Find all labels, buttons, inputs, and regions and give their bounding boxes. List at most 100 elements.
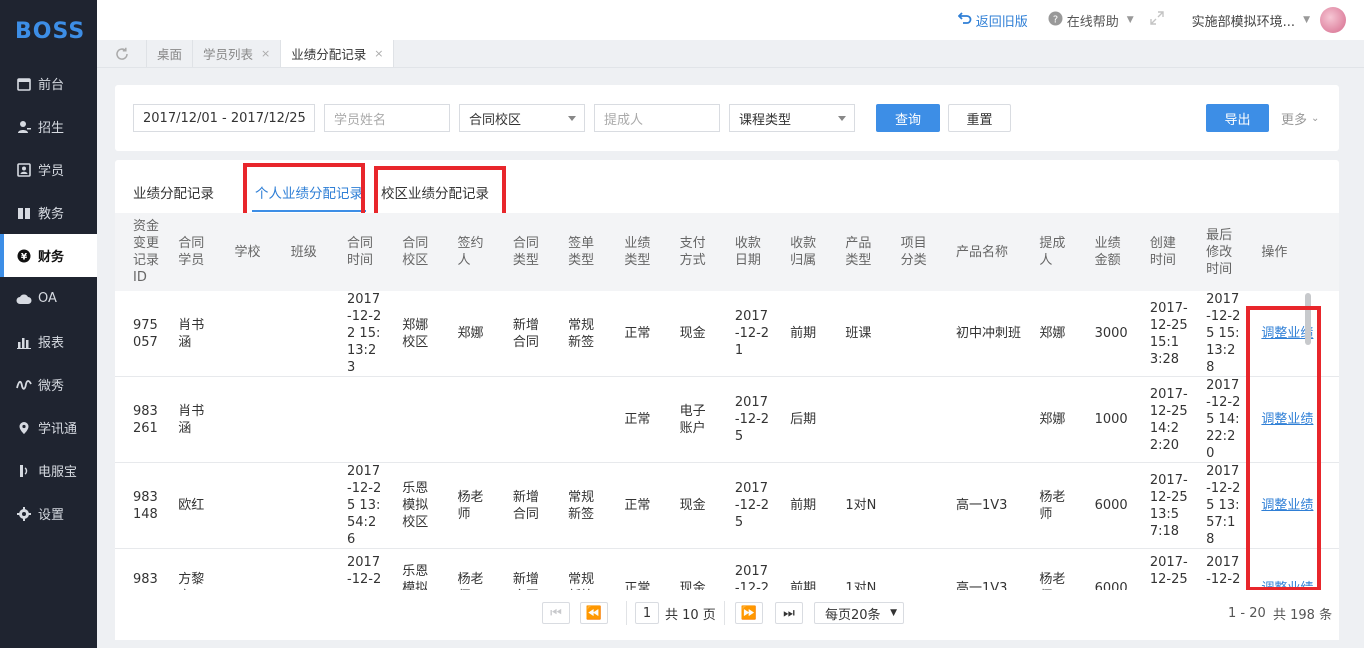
first-page-button[interactable]: ⏮ — [542, 602, 570, 624]
page-number-input[interactable]: 1 — [635, 602, 659, 624]
column-header: 产品类型 — [827, 213, 883, 291]
table-cell — [272, 462, 330, 549]
avatar[interactable] — [1320, 7, 1346, 33]
table-cell: 983148 — [115, 462, 161, 549]
back-to-old-version-link[interactable]: 返回旧版 — [957, 11, 1028, 30]
table-cell — [272, 376, 330, 463]
table-cell: 2017-12-25 — [716, 462, 773, 549]
svg-text:¥: ¥ — [21, 252, 28, 262]
sidebar-item-5[interactable]: OA — [0, 277, 97, 320]
refresh-icon[interactable] — [97, 40, 147, 67]
column-header: 资金变更记录ID — [115, 213, 161, 291]
date-range-input[interactable]: 2017/12/01 - 2017/12/25 — [133, 104, 315, 132]
table-cell: 2017-12-25 15:13:28 — [1188, 291, 1244, 377]
user-add-icon — [16, 119, 32, 135]
sidebar-item-label: 前台 — [38, 78, 65, 93]
sidebar-item-2[interactable]: 学员 — [0, 148, 97, 191]
column-header: 收款日期 — [716, 213, 773, 291]
student-card-icon — [16, 162, 32, 178]
search-button[interactable]: 查询 — [876, 104, 940, 132]
table-cell: 1000 — [1076, 376, 1132, 463]
table-cell: 班课 — [827, 291, 883, 377]
table-cell: 现金 — [661, 291, 717, 377]
table-cell: 肖书涵 — [160, 376, 217, 463]
table-cell: 2017-12-25 — [716, 376, 773, 463]
chevron-down-icon: ▼ — [1303, 15, 1310, 25]
sidebar-item-6[interactable]: 报表 — [0, 320, 97, 363]
chevron-down-icon — [838, 116, 846, 121]
table-cell: 2017-12-22 15:13:23 — [329, 291, 385, 377]
table-cell: 983261 — [115, 376, 161, 463]
record-range: 1 - 20 — [1228, 605, 1266, 621]
campus-select[interactable]: 合同校区 — [459, 104, 585, 132]
sidebar-item-label: OA — [38, 291, 57, 306]
sidebar-item-4[interactable]: ¥ 财务 — [0, 234, 97, 277]
course-type-select-value: 课程类型 — [739, 112, 792, 128]
sidebar-item-1[interactable]: 招生 — [0, 105, 97, 148]
table-cell: 杨老师 — [1021, 462, 1077, 549]
sidebar-item-label: 招生 — [38, 121, 65, 136]
caret-down-icon: ▼ — [890, 608, 897, 618]
sidebar-item-9[interactable]: 电服宝 — [0, 449, 97, 492]
more-filters-label: 更多 — [1281, 112, 1308, 128]
more-filters-toggle[interactable]: 更多 ⌄ — [1281, 104, 1319, 132]
records-panel: 业绩分配记录 个人业绩分配记录 校区业绩分配记录 资金变更记录ID 合同学员 学校班… — [115, 160, 1339, 640]
table-cell: 2017-12-21 — [716, 291, 773, 377]
page-tab[interactable]: 桌面 — [147, 40, 194, 67]
sidebar-item-8[interactable]: 学讯通 — [0, 406, 97, 449]
sidebar-item-3[interactable]: 教务 — [0, 191, 97, 234]
sidebar: BOSS 前台招生学员教务 ¥ 财务 OA 报表 微秀 学讯通 电服宝 设置 — [0, 0, 97, 648]
table-cell: 欧红 — [160, 462, 217, 549]
table-cell — [550, 376, 607, 463]
column-header: 收款归属 — [772, 213, 828, 291]
column-header: 签约人 — [439, 213, 495, 291]
table-cell — [882, 462, 938, 549]
location-pin-icon — [16, 420, 32, 436]
page-tab[interactable]: 业绩分配记录 × — [281, 40, 395, 67]
sidebar-item-0[interactable]: 前台 — [0, 62, 97, 105]
records-table: 资金变更记录ID 合同学员 学校 班级 合同时间 合同校区 签约人 合同类型 签单类型 业绩类型支… — [115, 213, 1339, 628]
column-header: 创建时间 — [1131, 213, 1189, 291]
page-tab-label: 业绩分配记录 — [291, 47, 367, 62]
page-tab-label: 学员列表 — [203, 47, 254, 62]
student-name-input[interactable]: 学员姓名 — [324, 104, 450, 132]
sidebar-item-label: 教务 — [38, 207, 65, 222]
table-cell: 正常 — [606, 462, 662, 549]
reset-button[interactable]: 重置 — [948, 104, 1011, 132]
table-cell: 新增合同 — [494, 291, 551, 377]
page-tab[interactable]: 学员列表 × — [193, 40, 282, 67]
table-cell — [494, 376, 551, 463]
column-header: 合同校区 — [384, 213, 440, 291]
last-page-button[interactable]: ⏭ — [775, 602, 803, 624]
column-header: 合同时间 — [329, 213, 385, 291]
export-button[interactable]: 导出 — [1206, 104, 1269, 132]
bar-chart-icon — [16, 334, 32, 350]
filter-panel: 2017/12/01 - 2017/12/25 学员姓名 合同校区 提成人 课程… — [115, 85, 1339, 151]
table-cell — [329, 376, 385, 463]
user-menu[interactable]: 实施部模拟环境... ▼ — [1192, 7, 1346, 33]
chevron-down-icon — [568, 116, 576, 121]
close-icon[interactable]: × — [261, 47, 270, 60]
table-cell: 常规新签 — [550, 291, 607, 377]
column-header: 提成人 — [1021, 213, 1077, 291]
calendar-icon — [16, 76, 32, 92]
table-cell: 杨老师 — [439, 462, 495, 549]
cloud-icon — [16, 291, 32, 307]
submitter-input[interactable]: 提成人 — [594, 104, 720, 132]
course-type-select[interactable]: 课程类型 — [729, 104, 855, 132]
page-size-select[interactable]: 每页20条 ▼ — [814, 602, 904, 624]
online-help-menu[interactable]: ? 在线帮助 ▼ — [1048, 11, 1134, 30]
svg-text:?: ? — [1053, 14, 1058, 25]
sidebar-item-7[interactable]: 微秀 — [0, 363, 97, 406]
table-cell: 电子账户 — [661, 376, 717, 463]
table-cell — [882, 291, 938, 377]
close-icon[interactable]: × — [374, 47, 383, 60]
column-header: 支付方式 — [661, 213, 717, 291]
next-page-button[interactable]: ⏩ — [735, 602, 763, 624]
app-logo[interactable]: BOSS — [0, 0, 97, 62]
sidebar-item-label: 财务 — [38, 250, 65, 265]
prev-page-button[interactable]: ⏪ — [580, 602, 608, 624]
sidebar-item-10[interactable]: 设置 — [0, 492, 97, 535]
fullscreen-icon[interactable] — [1149, 11, 1164, 29]
table-cell: 975057 — [115, 291, 161, 377]
